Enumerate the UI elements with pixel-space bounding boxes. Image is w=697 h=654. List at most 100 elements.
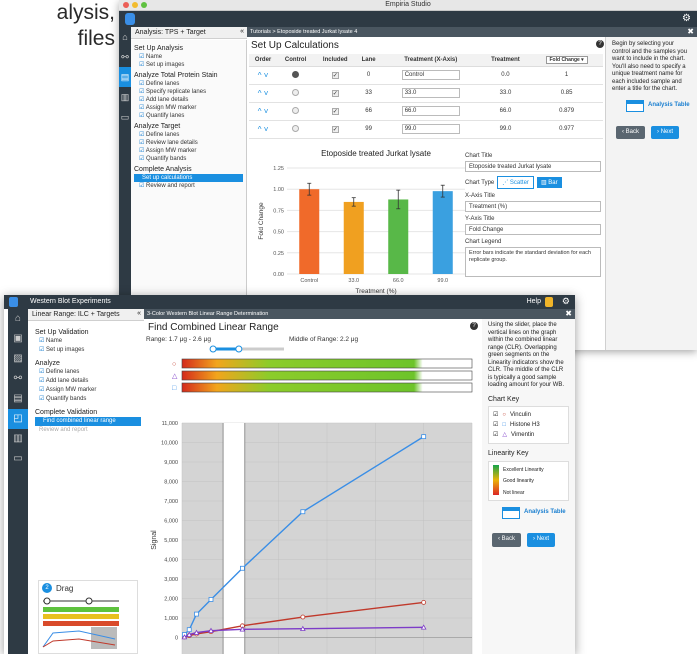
collapse-icon[interactable]: «	[240, 28, 244, 35]
close-icon[interactable]: ✖	[565, 309, 572, 318]
step-number: 2	[42, 583, 52, 593]
key-checkbox[interactable]: ☑	[493, 430, 498, 440]
gear-icon[interactable]: ⚙	[682, 13, 691, 24]
range-slider-thumb[interactable]	[209, 345, 217, 353]
blot-icon[interactable]: ▣	[8, 329, 28, 349]
triangle-marker-icon: △	[502, 432, 508, 438]
next-button[interactable]: › Next	[651, 125, 680, 139]
control-radio[interactable]	[292, 88, 300, 96]
nav-item[interactable]: Assign MW marker	[134, 147, 243, 155]
nav-item[interactable]: Quantify bands	[134, 155, 243, 163]
chart-title-input[interactable]: Etoposide treated Jurkat lysate	[465, 161, 601, 172]
fold-change-select[interactable]: Fold Change ▾	[545, 55, 588, 64]
xaxis-input[interactable]: Treatment (%)	[465, 201, 601, 212]
control-radio[interactable]	[292, 70, 300, 78]
y-tick-label: 4,000	[164, 558, 178, 564]
nav-item-selected[interactable]: Find combined linear range	[35, 417, 141, 426]
back-button[interactable]: ‹ Back	[492, 533, 522, 547]
included-checkbox[interactable]: ✓	[331, 125, 339, 133]
home-icon[interactable]: ⌂	[119, 27, 131, 47]
page-title: Set Up Calculations	[251, 40, 339, 51]
help-link[interactable]: Help	[527, 298, 541, 305]
included-checkbox[interactable]: ✓	[331, 71, 339, 79]
key-label: Vimentin	[511, 432, 535, 438]
order-arrows-icon[interactable]: ^ ˅	[249, 66, 278, 85]
nav-item[interactable]: Name	[134, 53, 243, 61]
doc-icon[interactable]: ▭	[119, 107, 131, 127]
treatment-input[interactable]: 99.0	[401, 124, 460, 134]
chart-icon[interactable]: ▥	[8, 429, 28, 449]
nav-item[interactable]: Quantify lanes	[134, 112, 243, 120]
linearity-label: Not linear	[503, 489, 525, 496]
linear-range-icon[interactable]: ◰	[8, 409, 28, 429]
nav-item[interactable]: Assign MW marker	[35, 386, 141, 395]
yaxis-input[interactable]: Fold Change	[465, 224, 601, 235]
nav-item[interactable]: Set up images	[35, 346, 141, 355]
nav-item[interactable]: Review and report	[134, 182, 243, 190]
y-tick-label: 0.25	[273, 251, 284, 257]
app-logo-icon	[125, 13, 135, 25]
nav-item[interactable]: Name	[35, 337, 141, 346]
data-point	[421, 599, 427, 605]
next-button[interactable]: › Next	[527, 533, 556, 547]
network-icon[interactable]: ⚯	[119, 47, 131, 67]
close-icon[interactable]: ✖	[687, 27, 694, 36]
network-icon[interactable]: ⚯	[8, 369, 28, 389]
chart-icon[interactable]: ▥	[119, 87, 131, 107]
key-checkbox[interactable]: ☑	[493, 420, 498, 430]
control-radio[interactable]	[292, 106, 300, 114]
treatment-input-cell: 99.0	[380, 120, 481, 139]
treatment-input[interactable]: 66.0	[401, 106, 460, 116]
included-checkbox[interactable]: ✓	[331, 107, 339, 115]
analysis-table-link[interactable]: Analysis Table	[626, 99, 691, 112]
nav-item[interactable]: Define lanes	[134, 80, 243, 88]
analysis-table-link[interactable]: Analysis Table	[502, 507, 569, 519]
drag-label: Drag	[56, 583, 74, 593]
legend-input[interactable]: Error bars indicate the standard deviati…	[465, 247, 601, 277]
nav-item[interactable]: Add lane details	[35, 377, 141, 386]
treatment-input[interactable]: Control	[401, 70, 460, 80]
nav-item[interactable]: Review lane details	[134, 139, 243, 147]
nav-item[interactable]: Quantify bands	[35, 395, 141, 404]
control-radio[interactable]	[292, 124, 300, 132]
gel-icon[interactable]: ▤	[8, 389, 28, 409]
scatter-button[interactable]: ⋰ Scatter	[497, 176, 534, 189]
help-text: Using the slider, place the vertical lin…	[488, 322, 565, 388]
data-point	[300, 614, 306, 620]
order-arrows-icon[interactable]: ^ ˅	[249, 84, 278, 103]
collapse-icon[interactable]: «	[137, 310, 141, 317]
help-icon[interactable]: ?	[470, 322, 478, 330]
help-icon[interactable]: ?	[596, 40, 604, 48]
order-arrows-icon[interactable]: ^ ˅	[249, 102, 278, 121]
key-checkbox[interactable]: ☑	[493, 410, 498, 420]
bar-button[interactable]: ▥ Bar	[536, 177, 562, 188]
nav-item[interactable]: Set up images	[134, 61, 243, 69]
drag-illustration	[42, 597, 119, 649]
home-icon[interactable]: ⌂	[8, 309, 28, 329]
treatment-input[interactable]: 33.0	[401, 88, 460, 98]
breadcrumb: Tutorials > Etoposide treated Jurkat lys…	[247, 27, 697, 37]
fold-cell: 0.977	[530, 120, 603, 139]
nav-item[interactable]: Assign MW marker	[134, 104, 243, 112]
gear-icon[interactable]: ⚙	[562, 296, 570, 307]
breadcrumb: 3-Color Western Blot Linear Range Determ…	[144, 309, 575, 319]
order-arrows-icon[interactable]: ^ ˅	[249, 120, 278, 139]
included-cell: ✓	[313, 84, 357, 103]
back-button[interactable]: ‹ Back	[616, 125, 646, 139]
nav-section: Analyze Target	[134, 123, 181, 130]
nav-item[interactable]: Add lane details	[134, 96, 243, 104]
nav-item[interactable]: Specify replicate lanes	[134, 88, 243, 96]
y-tick-label: 0.50	[273, 230, 284, 236]
nav-item[interactable]: Define lanes	[35, 368, 141, 377]
nav-item-selected[interactable]: Set up calculations	[134, 174, 243, 182]
analysis-icon[interactable]: ▤	[119, 67, 131, 87]
linearity-title: Linearity Key	[488, 450, 529, 457]
range-slider-thumb[interactable]	[235, 345, 243, 353]
doc-icon[interactable]: ▭	[8, 449, 28, 469]
included-checkbox[interactable]: ✓	[331, 89, 339, 97]
image-icon[interactable]: ▨	[8, 349, 28, 369]
data-point	[240, 565, 245, 571]
nav-item[interactable]: Define lanes	[134, 131, 243, 139]
shield-icon[interactable]	[545, 297, 553, 307]
col-header-select[interactable]: Fold Change ▾	[530, 54, 603, 67]
